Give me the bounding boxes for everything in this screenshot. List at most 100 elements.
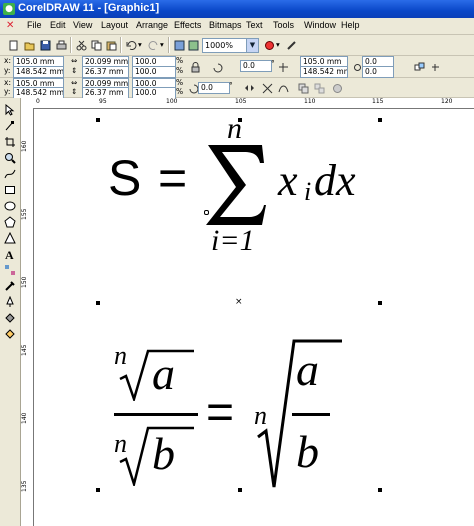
convert-to-curves-icon[interactable] xyxy=(276,81,291,96)
x-label: x: xyxy=(4,56,11,65)
mirror-horizontal-icon[interactable] xyxy=(276,60,291,75)
save-icon[interactable] xyxy=(38,38,53,53)
export-icon[interactable] xyxy=(186,38,201,53)
y-position-field[interactable]: 148.542 mm xyxy=(13,66,64,78)
shape-icon[interactable] xyxy=(4,120,16,132)
freehand-icon[interactable] xyxy=(4,168,16,180)
vruler-label: 160 xyxy=(21,140,28,152)
height-icon: ⇕ xyxy=(71,66,78,75)
align-icon[interactable] xyxy=(412,60,427,75)
hruler-label: 100 xyxy=(166,98,178,105)
print-icon[interactable] xyxy=(54,38,69,53)
sum-upper-limit: n xyxy=(227,112,242,145)
selection-center-marker[interactable]: × xyxy=(235,298,243,307)
redo-icon[interactable] xyxy=(146,38,161,53)
undo-icon[interactable] xyxy=(124,38,139,53)
formula-s: S xyxy=(108,150,142,206)
rhs-denominator: b xyxy=(296,426,319,477)
copy-icon[interactable] xyxy=(89,38,104,53)
menu-view[interactable]: View xyxy=(73,20,92,30)
window-title: CorelDRAW 11 - [Graphic1] xyxy=(18,2,160,14)
rectangle-icon[interactable] xyxy=(4,184,16,196)
mirror-icon[interactable] xyxy=(242,81,257,96)
fill-icon[interactable] xyxy=(4,312,16,324)
drawing-canvas[interactable]: × S = n i=1 x i dx n a n b = n a b xyxy=(34,109,474,526)
corel-online-icon[interactable] xyxy=(284,38,299,53)
zoom-icon[interactable] xyxy=(4,152,16,164)
menu-arrange[interactable]: Arrange xyxy=(136,20,168,30)
open-icon[interactable] xyxy=(22,38,37,53)
width-icon: ⇔ xyxy=(71,56,78,65)
paste-icon[interactable] xyxy=(104,38,119,53)
basic-shapes-icon[interactable] xyxy=(4,232,16,244)
new-icon[interactable] xyxy=(6,38,21,53)
application-launcher-icon[interactable] xyxy=(262,38,277,53)
zoom-dropdown-icon[interactable]: ▼ xyxy=(246,38,259,53)
menu-edit[interactable]: Edit xyxy=(50,20,66,30)
menu-help[interactable]: Help xyxy=(341,20,360,30)
eyedropper-icon[interactable] xyxy=(4,280,16,292)
menu-layout[interactable]: Layout xyxy=(101,20,128,30)
menu-window[interactable]: Window xyxy=(304,20,336,30)
pointer-icon[interactable] xyxy=(4,104,16,116)
interactive-blend-icon[interactable] xyxy=(4,264,16,276)
vruler-label: 145 xyxy=(21,344,28,356)
percent-label: % xyxy=(176,56,184,65)
term-x: x xyxy=(278,156,298,205)
menu-file[interactable]: File xyxy=(27,20,42,30)
ungroup-icon[interactable] xyxy=(312,81,327,96)
menu-effects[interactable]: Effects xyxy=(174,20,201,30)
cut-icon[interactable] xyxy=(74,38,89,53)
wrap-icon[interactable] xyxy=(428,60,443,75)
property-bar-row2: x: 105.0 mm y: 148.542 mm ⇔ 20.099 mm ⇕ … xyxy=(0,78,474,99)
redo-dropdown-icon[interactable]: ▾ xyxy=(160,40,164,50)
formula-radical[interactable]: n a n b = n a b xyxy=(34,309,474,509)
document-icon[interactable]: ✕ xyxy=(6,20,16,31)
percent-label-2: % xyxy=(176,66,184,75)
hruler-label: 115 xyxy=(372,98,384,105)
rotate-icon[interactable] xyxy=(210,60,225,75)
vruler-label: 135 xyxy=(21,480,28,492)
rotation-angle-field-row2[interactable]: 0.0 xyxy=(198,82,230,94)
horizontal-ruler[interactable]: 0 95 100 105 110 115 120 xyxy=(21,98,474,109)
term-dx: dx xyxy=(314,156,356,205)
standard-toolbar: ▾ ▾ 1000% ▼ ▾ xyxy=(0,35,474,56)
break-apart-icon[interactable] xyxy=(260,81,275,96)
lock-ratio-icon[interactable] xyxy=(188,60,203,75)
height-field[interactable]: 26.37 mm xyxy=(82,66,129,78)
menu-text[interactable]: Text xyxy=(246,20,263,30)
vertical-ruler[interactable]: 160 155 150 145 140 135 xyxy=(21,108,34,526)
menu-tools[interactable]: Tools xyxy=(273,20,294,30)
sum-lower-limit: i=1 xyxy=(211,224,255,257)
group-icon[interactable] xyxy=(296,81,311,96)
rhs-numerator: a xyxy=(296,344,319,395)
selection-handle[interactable] xyxy=(96,301,100,305)
rotation-angle-field[interactable]: 0.0 xyxy=(240,60,272,72)
formula-summation[interactable]: S = n i=1 x i dx xyxy=(34,109,474,299)
launcher-dropdown-icon[interactable]: ▾ xyxy=(276,40,280,50)
interactive-fill-icon[interactable] xyxy=(4,328,16,340)
combine-icon[interactable] xyxy=(330,81,345,96)
coreldraw-app-icon: ● xyxy=(3,3,15,15)
undo-dropdown-icon[interactable]: ▾ xyxy=(138,40,142,50)
super-nudge-field[interactable]: 0.0 xyxy=(362,66,394,78)
polygon-icon[interactable] xyxy=(4,216,16,228)
numerator-radicand: a xyxy=(152,348,175,399)
hruler-label: 0 xyxy=(36,98,40,105)
zoom-level-field[interactable]: 1000% xyxy=(202,38,248,53)
degree-label: ° xyxy=(271,59,275,68)
node-marker[interactable] xyxy=(204,210,209,215)
outline-pen-icon[interactable] xyxy=(4,296,16,308)
scale-height-field[interactable]: 100.0 xyxy=(132,66,176,78)
fraction-bar xyxy=(114,413,198,416)
crop-icon[interactable] xyxy=(4,136,16,148)
position-y-field[interactable]: 148.542 mm xyxy=(300,66,348,78)
selection-handle[interactable] xyxy=(378,301,382,305)
menu-bitmaps[interactable]: Bitmaps xyxy=(209,20,242,30)
sigma-symbol xyxy=(206,145,266,225)
import-icon[interactable] xyxy=(172,38,187,53)
percent-label-row2b: % xyxy=(176,87,184,96)
text-tool-icon[interactable]: A xyxy=(4,248,16,260)
ellipse-icon[interactable] xyxy=(4,200,16,212)
hruler-label: 120 xyxy=(441,98,453,105)
